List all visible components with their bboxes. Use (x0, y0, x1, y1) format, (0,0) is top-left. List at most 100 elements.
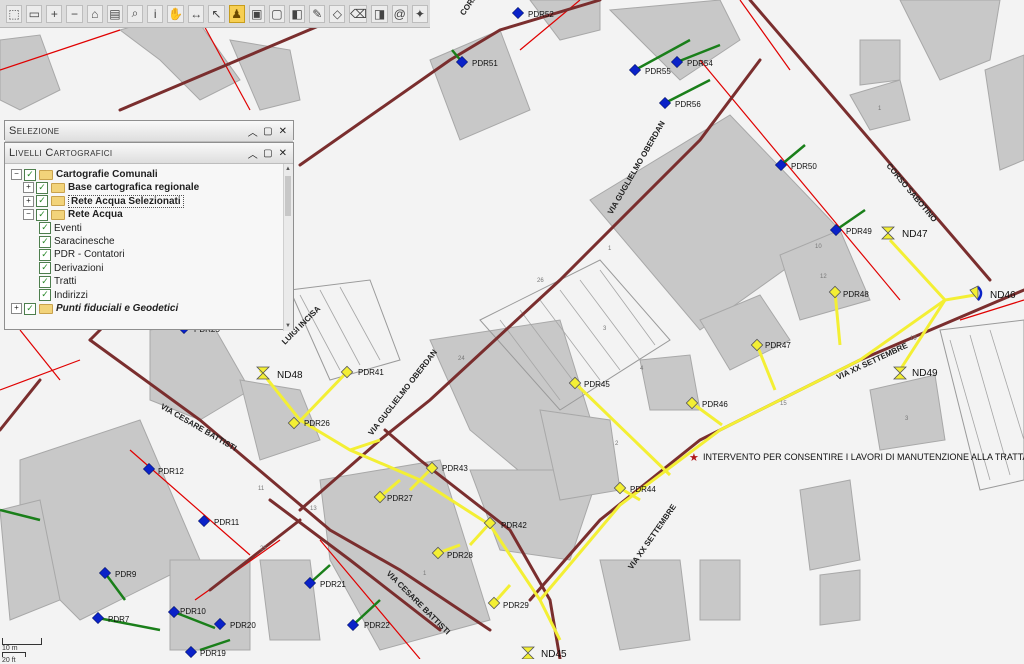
zoom-out-icon[interactable]: − (66, 4, 83, 23)
pdr-label: PDR26 (304, 419, 330, 428)
pdr-label: PDR44 (630, 485, 656, 494)
print-icon[interactable]: ▤ (106, 4, 123, 23)
svg-text:11: 11 (258, 486, 265, 492)
layer-checkbox[interactable]: ✓ (39, 248, 51, 261)
pdr-label: PDR12 (158, 467, 184, 476)
pdr-label: PDR54 (687, 59, 713, 68)
selection-panel-title: Selezione (9, 125, 60, 137)
frame-icon[interactable]: ▣ (248, 4, 265, 23)
layer-checkbox[interactable]: ✓ (39, 289, 51, 302)
scale-bar: 10 m 20 ft (2, 638, 52, 664)
layer-row[interactable]: ✓ Tratti (35, 275, 76, 288)
scroll-down-icon[interactable]: ▼ (285, 323, 291, 329)
layer-checkbox[interactable]: ✓ (39, 222, 51, 235)
pdr-label: PDR21 (320, 580, 346, 589)
layer-checkbox[interactable]: ✓ (36, 181, 48, 194)
search-icon[interactable]: ⌕ (126, 4, 144, 23)
layer-row[interactable]: − ✓ Cartografie Comunali (11, 168, 158, 181)
close-icon[interactable]: ✕ (277, 125, 289, 137)
collapse-icon[interactable]: ︿ (247, 125, 259, 139)
zoom-box-icon[interactable]: ▭ (26, 4, 43, 23)
scroll-up-icon[interactable]: ▲ (285, 166, 291, 172)
collapse-tree-icon[interactable]: − (23, 209, 34, 221)
layer-checkbox[interactable]: ✓ (24, 302, 36, 315)
pdr-label: PDR56 (675, 100, 701, 109)
layer-checkbox[interactable]: ✓ (39, 235, 51, 248)
layer-label: Cartografie Comunali (56, 169, 158, 180)
event-star-icon[interactable]: ★ (689, 452, 699, 464)
layer-row[interactable]: ✓ Indirizzi (35, 289, 88, 302)
event-annotation: INTERVENTO PER CONSENTIRE I LAVORI DI MA… (703, 452, 1024, 462)
layer-row[interactable]: + ✓ Punti fiduciali e Geodetici (11, 302, 178, 315)
maximize-icon[interactable]: ▢ (262, 147, 274, 159)
pdr-label: PDR45 (584, 380, 610, 389)
pdr-label: PDR43 (442, 464, 468, 473)
svg-text:25: 25 (260, 546, 267, 552)
pdr-label: PDR10 (180, 607, 206, 616)
globe-icon[interactable]: @ (391, 4, 408, 23)
layer-checkbox[interactable]: ✓ (24, 168, 36, 181)
layer-row[interactable]: + ✓ Rete Acqua Selezionati (23, 194, 184, 208)
node-label: ND47 (902, 229, 928, 240)
info-icon[interactable]: i (147, 4, 164, 23)
magic-icon[interactable]: ✦ (411, 4, 428, 23)
select-icon[interactable]: ↖ (208, 4, 225, 23)
collapse-icon[interactable]: ︿ (247, 147, 259, 161)
layer-checkbox[interactable]: ✓ (39, 262, 51, 275)
layer-label: Tratti (54, 276, 77, 288)
expand-icon[interactable]: + (11, 303, 22, 314)
layer-label: Indirizzi (54, 289, 88, 301)
person-icon[interactable]: ♟ (228, 4, 245, 23)
pdr-label: PDR28 (447, 551, 473, 560)
layer-row[interactable]: ✓ Derivazioni (35, 262, 103, 275)
layer-checkbox[interactable]: ✓ (36, 208, 48, 221)
svg-text:13: 13 (310, 506, 317, 512)
zoom-in-icon[interactable]: + (46, 4, 63, 23)
scrollbar-thumb[interactable] (285, 176, 291, 216)
draw-icon[interactable]: ◇ (329, 4, 346, 23)
zoom-full-icon[interactable]: ⌂ (86, 4, 103, 23)
layer-label: Rete Acqua Selezionati (68, 194, 184, 208)
layer-label: Punti fiduciali e Geodetici (56, 303, 179, 314)
pdr-label: PDR9 (115, 570, 137, 579)
map-toolbar: ⬚ ▭ + − ⌂ ▤ ⌕ i ✋ ↔ ↖ ♟ ▣ ▢ ◧ ✎ ◇ ⌫ ◨ @ ✦ (0, 0, 430, 28)
layer-row[interactable]: ✓ PDR - Contatori (35, 248, 125, 261)
expand-icon[interactable]: + (23, 182, 34, 194)
selection-panel: Selezione ︿ ▢ ✕ (4, 120, 294, 142)
layer-label: Base cartografica regionale (68, 182, 200, 194)
layer-label: Rete Acqua (68, 209, 123, 221)
window-icon[interactable]: ▢ (268, 4, 285, 23)
pdr-label: PDR29 (503, 601, 529, 610)
pdr-label: PDR19 (200, 649, 226, 658)
layer-icon[interactable]: ◧ (288, 4, 306, 23)
pan-icon[interactable]: ✋ (167, 4, 185, 23)
pdr-label: PDR11 (214, 518, 240, 527)
pdr-label: PDR49 (846, 227, 872, 236)
measure-icon[interactable]: ↔ (188, 4, 205, 23)
node-label: ND49 (912, 368, 938, 379)
collapse-tree-icon[interactable]: − (11, 169, 22, 180)
pan-select-icon[interactable]: ⬚ (6, 4, 23, 23)
pdr-label: PDR55 (645, 67, 671, 76)
layer-row[interactable]: ✓ Eventi (35, 222, 82, 235)
close-icon[interactable]: ✕ (277, 147, 289, 159)
layer-tree-scrollbar[interactable]: ▲ ▼ (283, 164, 293, 331)
pdr-label: PDR7 (108, 615, 130, 624)
layer-label: Derivazioni (54, 262, 104, 274)
eraser-icon[interactable]: ⌫ (349, 4, 368, 23)
maximize-icon[interactable]: ▢ (262, 125, 274, 137)
folder-icon (39, 169, 53, 180)
layer-row[interactable]: ✓ Saracinesche (35, 235, 115, 248)
layer-row[interactable]: − ✓ Rete Acqua (23, 208, 123, 221)
edit-icon[interactable]: ✎ (309, 4, 326, 23)
layer-label: Eventi (54, 222, 82, 234)
svg-text:24: 24 (458, 356, 465, 362)
expand-icon[interactable]: + (23, 195, 34, 207)
layer-row[interactable]: + ✓ Base cartografica regionale (23, 181, 199, 194)
layer-checkbox[interactable]: ✓ (36, 195, 48, 208)
folder-icon (51, 196, 65, 207)
svg-text:10: 10 (815, 244, 822, 250)
bucket-icon[interactable]: ◨ (371, 4, 388, 23)
layer-checkbox[interactable]: ✓ (39, 275, 51, 288)
layer-tree: ▲ ▼ − ✓ Cartografie Comunali + ✓ Base cartogr… (5, 164, 293, 331)
